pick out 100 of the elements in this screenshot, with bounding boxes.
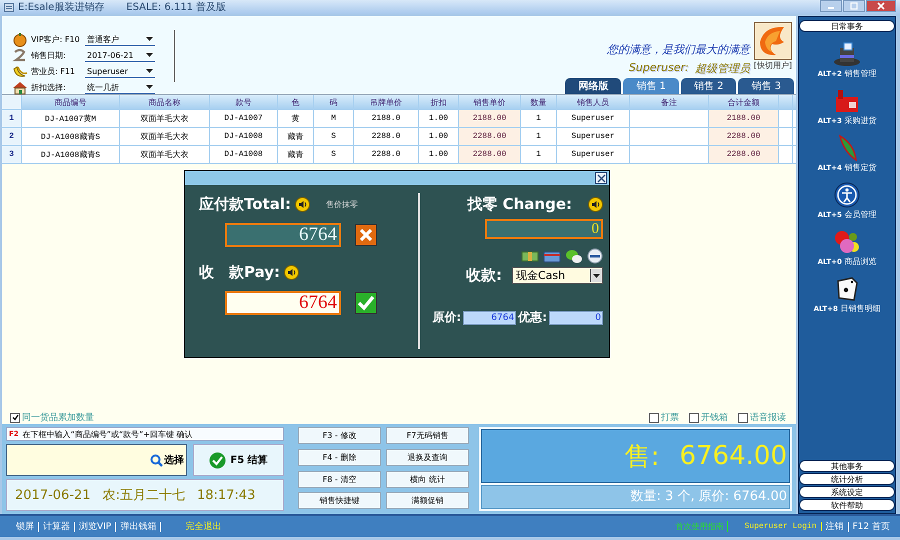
speaker-icon[interactable]: [294, 196, 310, 212]
tab[interactable]: 销售 1: [623, 78, 679, 94]
checkbox[interactable]: [649, 412, 659, 422]
function-button[interactable]: 满额促销: [386, 492, 469, 510]
dropdown-field[interactable]: Superuser: [85, 65, 155, 78]
table-cell: 双面羊毛大衣: [120, 146, 210, 163]
change-label: 找零 Change:: [467, 194, 572, 214]
sidebar-button[interactable]: 统计分析: [799, 473, 895, 485]
dropdown-field[interactable]: 普通客户: [85, 33, 155, 46]
table-cell: 黄: [278, 110, 314, 127]
fruit-icon: [12, 32, 28, 47]
table-cell: 藏青: [278, 146, 314, 163]
function-button[interactable]: F3 - 修改: [298, 427, 381, 444]
function-button[interactable]: 退换及查询: [386, 448, 469, 466]
sidebar-button[interactable]: 系统设定: [799, 486, 895, 498]
sale-amount: 6764.00: [679, 441, 787, 471]
minimize-button[interactable]: [820, 0, 842, 12]
close-icon: [596, 174, 606, 182]
confirm-button[interactable]: [355, 292, 377, 314]
table-cell: 2188.00: [459, 110, 521, 127]
hint-text: 在下框中输入“商品编号”或“款号”+回车键 确认: [22, 428, 192, 440]
checkbox[interactable]: [689, 412, 699, 422]
pay-field[interactable]: 6764: [225, 291, 341, 315]
close-icon: [359, 228, 373, 242]
code-input-field[interactable]: 选择: [6, 444, 187, 476]
table-cell: 双面羊毛大衣: [120, 110, 210, 127]
status-link[interactable]: 浏览VIP: [75, 522, 116, 532]
switch-user-link[interactable]: [快切用户]: [754, 60, 792, 71]
sidebar-button[interactable]: 其他事务: [799, 460, 895, 472]
caret-icon: [593, 274, 600, 278]
maximize-button[interactable]: [843, 0, 865, 12]
table-cell: Superuser: [557, 146, 630, 163]
coin-icon[interactable]: [587, 248, 603, 264]
table-cell: 双面羊毛大衣: [120, 128, 210, 145]
function-button[interactable]: 横向 统计: [386, 470, 469, 488]
tab[interactable]: 销售 3: [738, 78, 794, 94]
column-header: 色: [278, 95, 314, 109]
table-cell: S: [314, 146, 354, 163]
table-cell: 2188.00: [709, 110, 779, 127]
field-label: VIP客户: F10: [31, 34, 81, 45]
speaker-icon[interactable]: [588, 196, 603, 212]
checkbox-label: 打票: [661, 412, 679, 424]
window-title: E:Esale服装进销存: [18, 0, 104, 14]
close-button[interactable]: [595, 172, 607, 184]
checkbox[interactable]: [10, 412, 20, 422]
flame-logo-icon[interactable]: [754, 22, 792, 60]
exit-link[interactable]: 完全退出: [185, 520, 222, 533]
table-cell: S: [314, 128, 354, 145]
column-header: 商品编号: [22, 95, 120, 109]
select-button[interactable]: 选择: [150, 453, 184, 467]
original-price-label: 原价:: [432, 309, 462, 326]
erase-change-link[interactable]: 售价抹零: [326, 198, 358, 210]
close-button[interactable]: [866, 0, 896, 12]
checkbox[interactable]: [738, 412, 748, 422]
speaker-icon[interactable]: [284, 264, 300, 280]
tab[interactable]: 网络版: [565, 78, 622, 94]
login-text: Superuser Login: [744, 522, 822, 531]
sidebar-button[interactable]: 软件帮助: [799, 499, 895, 511]
logout-link[interactable]: 注销: [822, 522, 848, 532]
dropdown-field[interactable]: 2017-06-21: [85, 49, 155, 62]
discount-field: 0: [549, 310, 603, 324]
checkbox-label: 开钱箱: [701, 412, 728, 424]
settle-button[interactable]: F5 结算: [193, 444, 284, 476]
card-icon[interactable]: [543, 250, 561, 262]
banana-icon: [12, 64, 28, 79]
close-icon: [877, 2, 885, 10]
function-button[interactable]: 销售快捷键: [298, 492, 381, 510]
column-header: 码: [314, 95, 354, 109]
total-field: 6764: [225, 223, 341, 247]
function-button[interactable]: F7无码销售: [386, 427, 469, 444]
table-cell: 1: [521, 110, 557, 127]
tab[interactable]: 销售 2: [680, 78, 736, 94]
home-link[interactable]: F12 首页: [848, 522, 894, 532]
chat-icon[interactable]: [565, 248, 583, 264]
cash-icon[interactable]: [521, 250, 539, 262]
check-icon: [357, 295, 375, 311]
function-button[interactable]: F8 - 清空: [298, 470, 381, 488]
user-name: Superuser:: [628, 61, 689, 76]
status-link[interactable]: 弹出钱箱: [116, 522, 162, 532]
search-icon: [150, 454, 163, 466]
app-icon: [4, 2, 14, 12]
row-number: 2: [2, 128, 22, 145]
lunar-date-text: 农:五月二十七: [102, 487, 185, 504]
total-label: 应付款Total:: [199, 194, 291, 214]
caret-icon: [146, 69, 153, 73]
status-link[interactable]: 计算器: [39, 522, 75, 532]
accessibility-icon: [832, 181, 862, 209]
clear-button[interactable]: [355, 224, 377, 246]
table-cell: Superuser: [557, 110, 630, 127]
function-button[interactable]: F4 - 删除: [298, 448, 381, 466]
status-link[interactable]: 锁屏: [12, 522, 39, 532]
table-cell: DJ-A1007黄M: [22, 110, 120, 127]
sale-summary: 数量: 3 个, 原价: 6764.00: [481, 485, 790, 509]
payment-method-dropdown[interactable]: 现金Cash: [512, 267, 603, 284]
table-cell: 2288.00: [709, 146, 779, 163]
field-label: 折扣选择:: [31, 82, 67, 93]
house-icon: [12, 80, 28, 95]
row-number: 1: [2, 110, 22, 127]
discount-label: 优惠:: [518, 309, 547, 326]
balls-icon: [832, 228, 862, 256]
